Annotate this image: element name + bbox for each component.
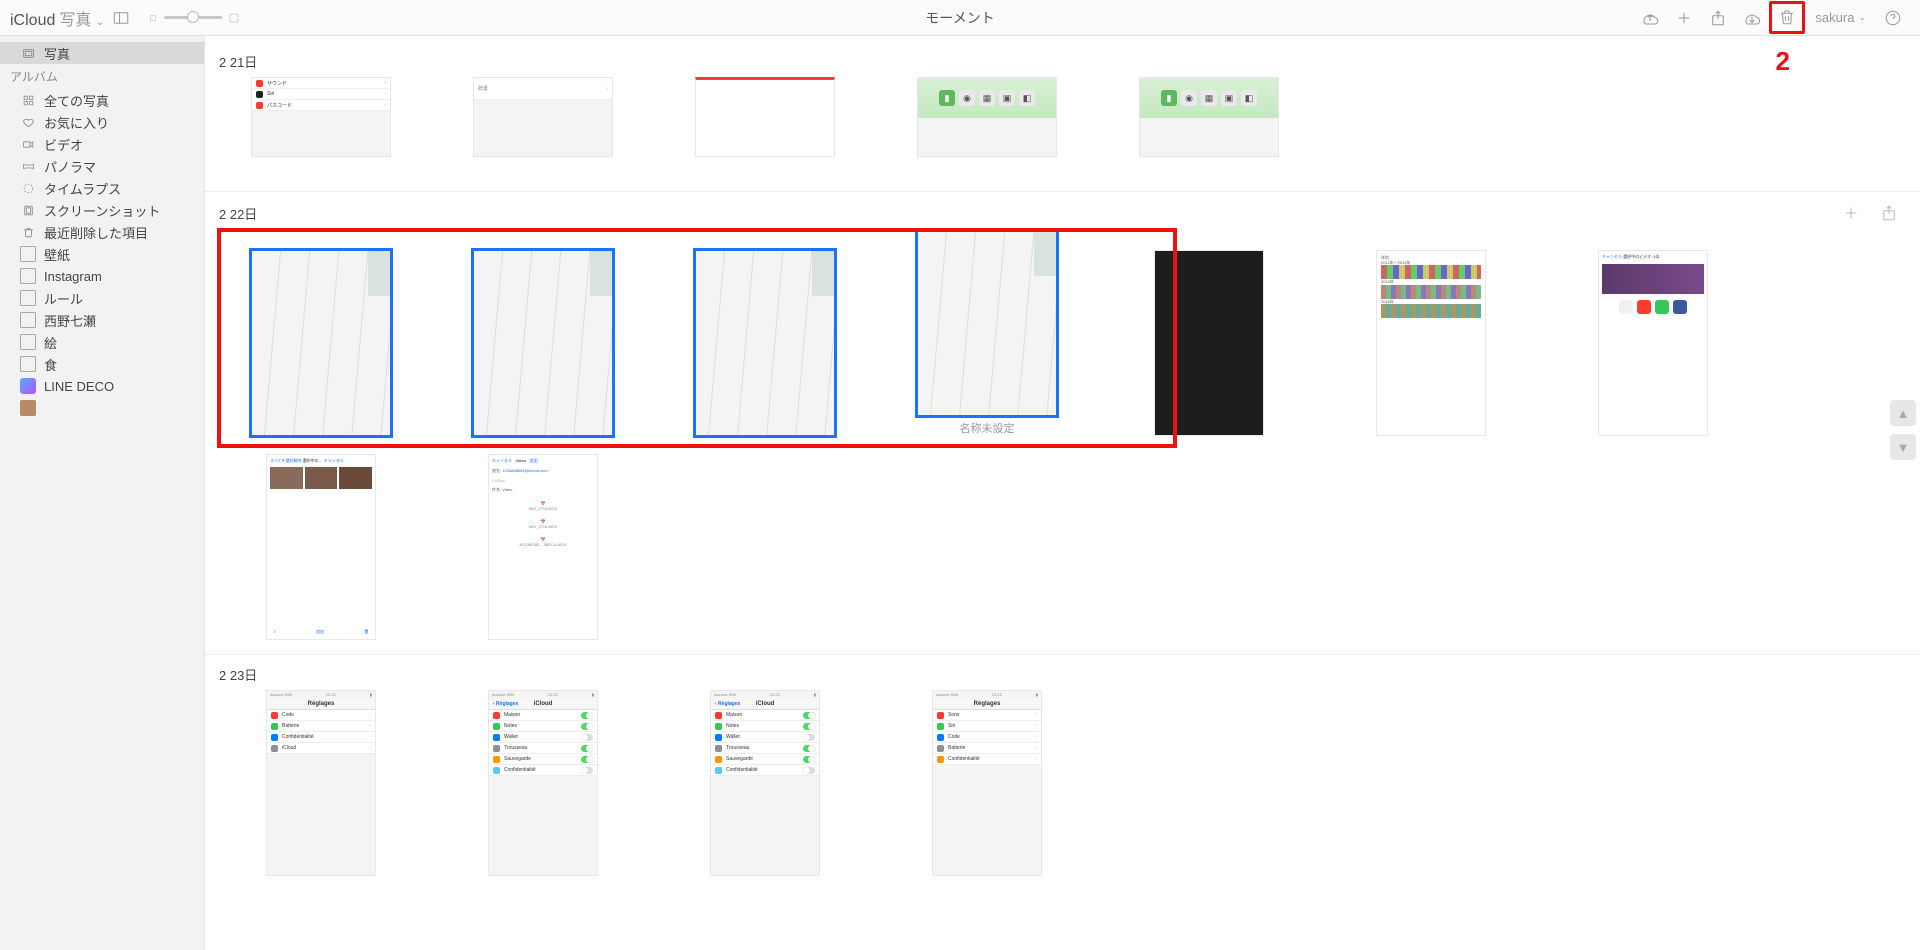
moment-group: 2 23日 Aucune SIM12:22▮RéglagesCode›Batte… [205,659,1920,890]
sidebar-item-ビデオ[interactable]: ビデオ [0,133,204,155]
sidebar-item-スクリーンショット[interactable]: スクリーンショット [0,199,204,221]
trash-icon [20,224,36,240]
sidebar-item-label: タイムラプス [44,179,121,198]
add-icon[interactable] [1840,202,1862,224]
sidebar-item-壁紙[interactable]: 壁紙 [0,243,204,265]
moment-date: 2 21日 [219,52,1906,71]
sidebar-item-全ての写真[interactable]: 全ての写真 [0,89,204,111]
sidebar-item-photos[interactable]: 写真 [0,42,204,64]
add-icon[interactable] [1673,7,1695,29]
photo-thumb[interactable] [695,77,835,177]
view-title: モーメント [925,8,994,28]
share-icon[interactable] [1878,202,1900,224]
sidebar-item-label: スクリーンショット [44,201,160,220]
photo-caption: 名称未設定 [960,420,1015,436]
sidebar-item-label: お気に入り [44,113,109,132]
dock-down-icon[interactable]: ▼ [1890,434,1916,460]
photos-icon [20,45,36,61]
timelapse-icon [20,180,36,196]
sq-icon [20,356,36,372]
sidebar-item-label: パノラマ [44,157,96,176]
photo-thumb[interactable]: キャンセル 選択中のビデオ: 4本 [1583,250,1723,436]
app-title: iCloud写真 ⌄ [10,6,104,30]
sidebar-item-label: 壁紙 [44,245,70,264]
sidebar-item-食[interactable]: 食 [0,353,204,375]
photo-thumb[interactable]: 辞書› [473,77,613,177]
sidebar-item-LINE DECO[interactable]: LINE DECO [0,375,204,397]
favorite-icon: ♡ [926,390,939,407]
delete-button-highlight [1769,1,1805,34]
sidebar-item-ルール[interactable]: ルール [0,287,204,309]
dock-up-icon[interactable]: ▲ [1890,400,1916,426]
sidebar-toggle-icon[interactable] [110,7,132,29]
photo-thumb-selected[interactable] [251,250,391,436]
photo-thumb[interactable]: サウンド›Siri›パスコード› [251,77,391,177]
sidebar-item-最近削除した項目[interactable]: 最近削除した項目 [0,221,204,243]
zoom-slider[interactable] [148,12,240,24]
moment-group: 2 22日 ♡ 名称未設定 年別2011年〜2013年2015年2016年 キャン… [205,196,1920,655]
sidebar-item-label: 西野七瀬 [44,311,96,330]
user-menu[interactable]: sakura ⌄ [1815,10,1866,25]
photo-grid: 2 21日 サウンド›Siri›パスコード› 辞書› ▮◉▦▣◧ ▮◉▦▣◧ 2… [205,36,1920,950]
sidebar-albums-header: アルバム [0,64,204,89]
photo-thumb[interactable]: Aucune SIM12:22▮RéglagesCode›Batterie›Co… [251,690,391,876]
share-icon[interactable] [1707,7,1729,29]
panorama-icon [20,158,36,174]
sidebar-item-タイムラプス[interactable]: タイムラプス [0,177,204,199]
photo-thumb[interactable]: 年別2011年〜2013年2015年2016年 [1361,250,1501,436]
sidebar-item-label: ルール [44,289,83,308]
photo-thumb[interactable]: すべてを選択解除 選択中の… キャンセル⇪ 追加 🗑 [251,454,391,640]
photo-thumb-selected[interactable]: ♡ 名称未設定 [917,230,1057,436]
sidebar-item-Instagram[interactable]: Instagram [0,265,204,287]
sidebar-item-label: LINE DECO [44,379,114,394]
sidebar-item-label: 絵 [44,333,57,352]
upload-icon[interactable] [1639,7,1661,29]
photo-thumb[interactable]: ▮◉▦▣◧ [917,77,1057,177]
trash-icon[interactable] [1776,6,1798,28]
sidebar-item-label: ビデオ [44,135,83,154]
photo-thumb-selected[interactable] [473,250,613,436]
screenshot-icon [20,202,36,218]
sq-icon [20,268,36,284]
sq-icon [20,312,36,328]
moment-date: 2 22日 [219,204,1830,223]
sidebar-item-user[interactable] [0,397,204,419]
sidebar-item-label: 写真 [44,44,70,63]
sq-icon [20,246,36,262]
grid-icon [20,92,36,108]
sidebar: 写真 アルバム 全ての写真お気に入りビデオパノラマタイムラプススクリーンショット… [0,36,205,950]
sidebar-item-パノラマ[interactable]: パノラマ [0,155,204,177]
photo-thumb[interactable]: ▮◉▦▣◧ [1139,77,1279,177]
heart-icon [20,114,36,130]
download-icon[interactable] [1741,7,1763,29]
sidebar-item-お気に入り[interactable]: お気に入り [0,111,204,133]
video-icon [20,136,36,152]
toolbar: iCloud写真 ⌄ モーメント sakura ⌄ [0,0,1920,36]
moment-group: 2 21日 サウンド›Siri›パスコード› 辞書› ▮◉▦▣◧ ▮◉▦▣◧ [205,46,1920,192]
avatar-icon [20,400,36,416]
photo-thumb[interactable] [1139,250,1279,436]
grad-icon [20,378,36,394]
help-icon[interactable] [1882,7,1904,29]
photo-thumb[interactable]: Aucune SIM12:22▮‹ RéglagesiCloudMaisonNo… [695,690,835,876]
sidebar-item-label: 食 [44,355,57,374]
sidebar-item-西野七瀬[interactable]: 西野七瀬 [0,309,204,331]
moment-date: 2 23日 [219,665,1906,684]
sidebar-item-絵[interactable]: 絵 [0,331,204,353]
sidebar-item-label: 全ての写真 [44,91,109,110]
sidebar-item-label: 最近削除した項目 [44,223,148,242]
sidebar-item-label: Instagram [44,269,102,284]
photo-thumb[interactable]: キャンセル Video 追加宛先: 1245888854@icloud.comC… [473,454,613,640]
right-dock: ▲ ▼ [1890,400,1916,460]
photo-thumb[interactable]: Aucune SIM12:22▮RéglagesSons›Siri›Code›B… [917,690,1057,876]
photo-thumb-selected[interactable] [695,250,835,436]
photo-thumb[interactable]: Aucune SIM12:22▮‹ RéglagesiCloudMaisonNo… [473,690,613,876]
sq-icon [20,334,36,350]
sq-icon [20,290,36,306]
